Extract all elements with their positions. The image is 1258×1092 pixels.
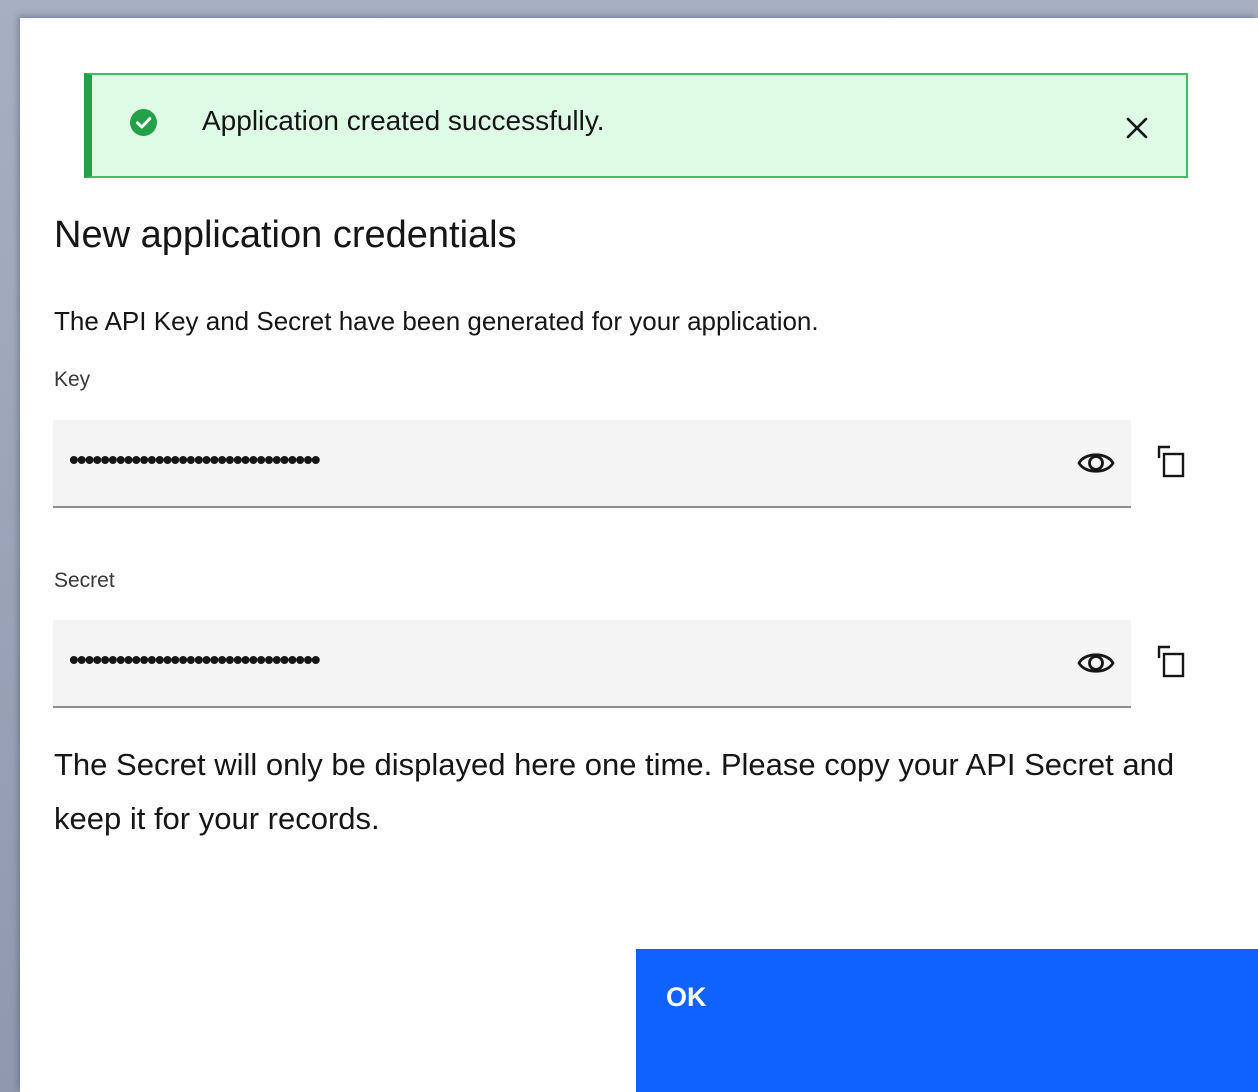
ok-button-label: OK	[666, 982, 707, 1012]
key-field[interactable]: ••••••••••••••••••••••••••••••••	[53, 420, 1131, 508]
secret-label: Secret	[54, 569, 115, 592]
copy-icon[interactable]	[1154, 644, 1186, 680]
secret-warning-note: The Secret will only be displayed here o…	[54, 747, 1175, 836]
key-label: Key	[54, 368, 91, 391]
close-icon[interactable]	[1124, 115, 1150, 141]
credentials-modal: Application created successfully. New ap…	[20, 18, 1258, 1092]
success-notification: Application created successfully.	[84, 73, 1188, 178]
dialog-description: The API Key and Secret have been generat…	[54, 306, 819, 336]
backdrop: Application created successfully. New ap…	[0, 0, 1258, 1092]
key-masked-value: ••••••••••••••••••••••••••••••••	[69, 444, 321, 475]
checkmark-filled-icon	[130, 109, 157, 136]
dialog-title: New application credentials	[54, 214, 517, 256]
secret-masked-value: ••••••••••••••••••••••••••••••••	[69, 644, 321, 675]
eye-icon[interactable]	[1077, 448, 1115, 478]
ok-button[interactable]: OK	[636, 949, 1258, 1092]
secret-field[interactable]: ••••••••••••••••••••••••••••••••	[53, 620, 1131, 708]
eye-icon[interactable]	[1077, 648, 1115, 678]
notification-message: Application created successfully.	[202, 105, 605, 136]
copy-icon[interactable]	[1154, 444, 1186, 480]
